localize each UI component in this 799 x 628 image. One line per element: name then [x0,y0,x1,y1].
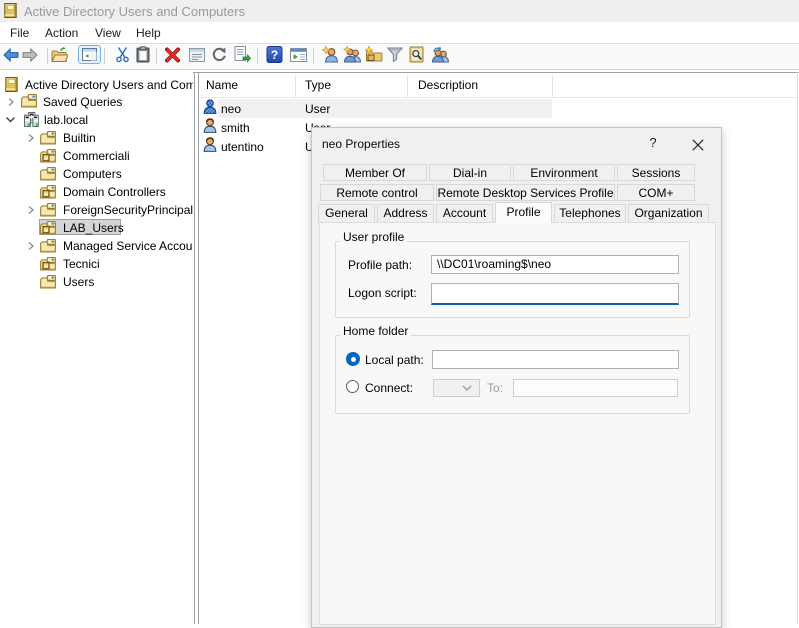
svg-text:?: ? [271,48,278,62]
